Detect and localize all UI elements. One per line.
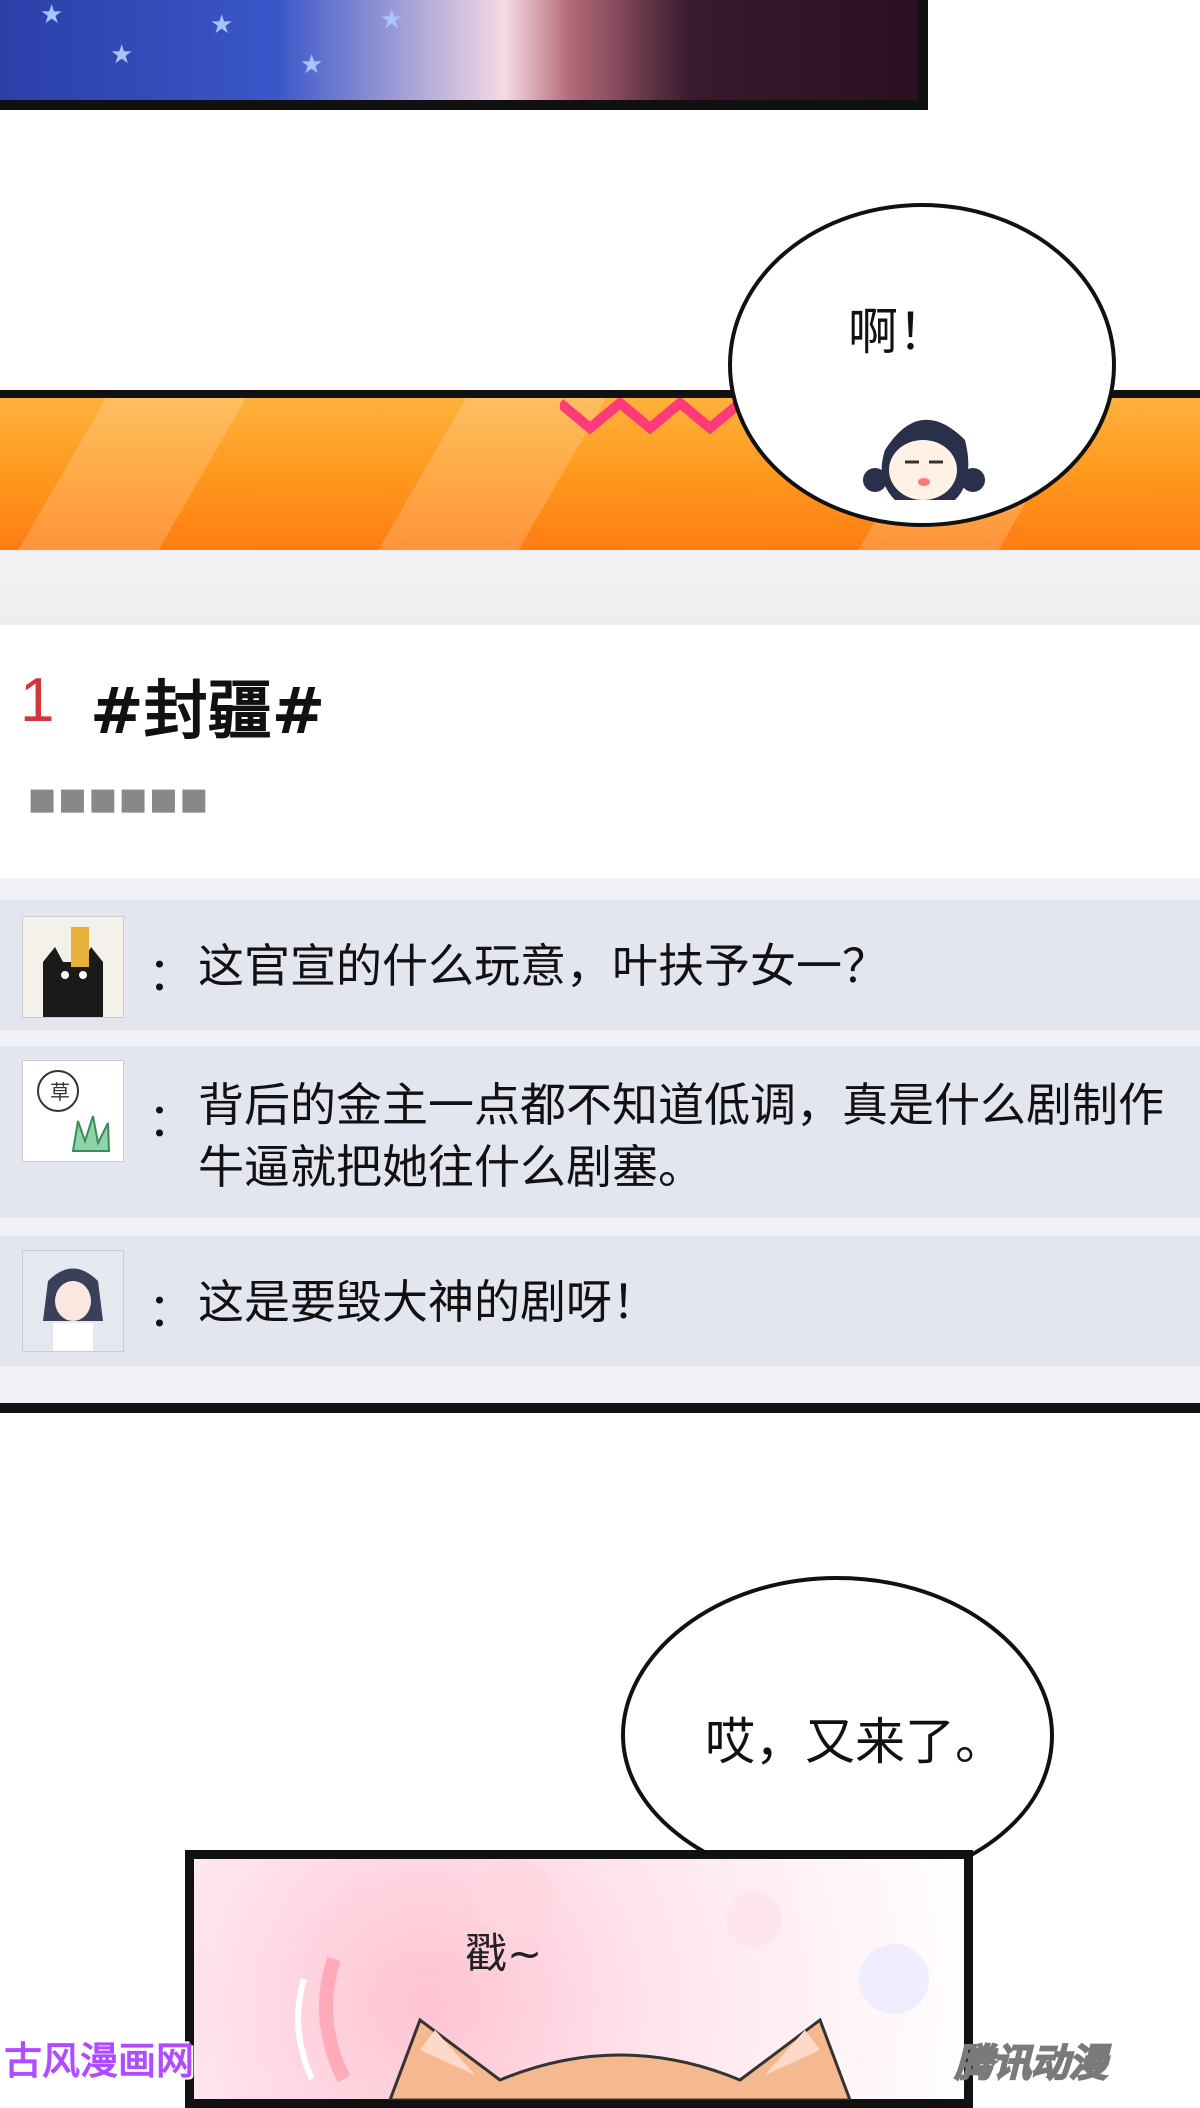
cat-with-card-avatar (22, 916, 124, 1018)
comment-row[interactable]: ： 这官宣的什么玩意，叶扶予女一？ (0, 900, 1200, 1030)
star-icon: ★ (110, 40, 134, 70)
comment-text: 背后的金主一点都不知道低调，真是什么剧制作牛逼就把她往什么剧塞。 (198, 1078, 1164, 1194)
sound-effect-text: 戳~ (465, 1929, 543, 1978)
speech-bubble-top-text: 啊！ (848, 303, 948, 361)
cat-ears-icon (388, 2017, 852, 2100)
comment-row[interactable]: 草 ： 背后的金主一点都不知道低调，真是什么剧制作牛逼就把她往什么剧塞。 (0, 1046, 1200, 1218)
comment-colon: ： (148, 947, 194, 1001)
comment-list: ： 这官宣的什么玩意，叶扶予女一？ 草 ： 背后的金主一点都不知道低调，真是什么… (0, 878, 1200, 1413)
comment-text: 这官宣的什么玩意，叶扶予女一？ (198, 939, 888, 993)
star-icon: ★ (300, 50, 324, 80)
svg-text:草: 草 (50, 1080, 70, 1104)
comment-row[interactable]: ： 这是要毁大神的剧呀！ (0, 1236, 1200, 1366)
star-icon: ★ (40, 0, 64, 30)
watermark-left: 古风漫画网 (4, 2039, 195, 2083)
star-icon: ★ (210, 10, 234, 40)
watermark-right: 腾讯动漫 (954, 2040, 1108, 2086)
banner-shadow-band (0, 550, 1200, 625)
star-icon: ★ (380, 5, 404, 35)
speech-bubble-top (728, 203, 1116, 527)
grass-doodle-avatar: 草 (22, 1060, 124, 1162)
comment-text: 这是要毁大神的剧呀！ (198, 1275, 658, 1329)
top-comic-panel: ★ ★ ★ ★ ★ (0, 0, 928, 110)
anime-girl-avatar (22, 1250, 124, 1352)
speech-bubble-middle-text: 哎，又来了。 (705, 1713, 1005, 1771)
topic-rank: 1 (20, 666, 55, 735)
topic-title[interactable]: #封疆# (90, 660, 325, 752)
comment-colon: ： (148, 1283, 194, 1337)
topic-dots: ■■■■■■ (28, 782, 211, 817)
comment-colon: ： (148, 1093, 194, 1147)
